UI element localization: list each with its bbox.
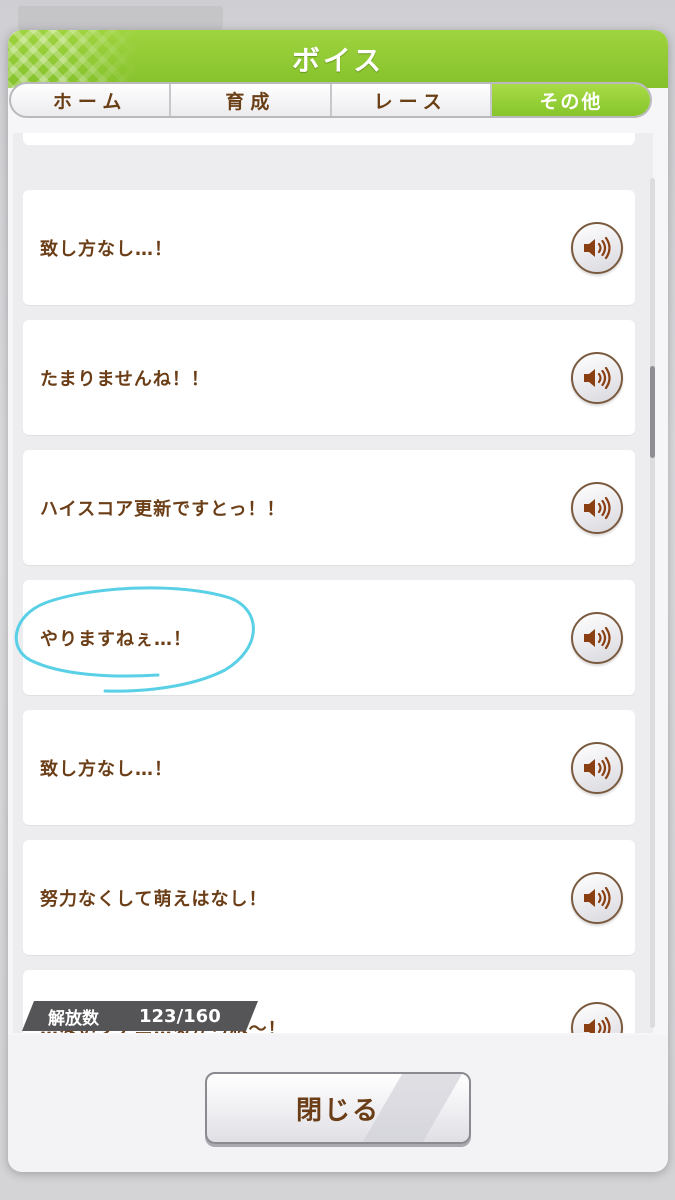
background-element (18, 6, 223, 30)
voice-item[interactable]: やりますねぇ…！ (23, 580, 635, 695)
play-voice-button[interactable] (571, 611, 623, 664)
play-voice-button[interactable] (571, 481, 623, 534)
dialog-title: ボイス (291, 44, 385, 77)
voice-line-text: 致し方なし…！ (40, 758, 173, 780)
voice-line-text: やりますねぇ…！ (40, 628, 192, 650)
play-voice-button[interactable] (571, 221, 623, 274)
dialog-header: ボイス (8, 30, 668, 88)
play-voice-button[interactable] (571, 871, 623, 924)
voice-line-text: ハイスコア更新ですとっ！！ (40, 498, 286, 520)
scrollbar-thumb[interactable] (650, 366, 655, 458)
close-button-label: 閉じる (295, 1095, 380, 1126)
voice-item[interactable]: 致し方なし…！ (23, 190, 635, 305)
voice-line-text: たまりませんね！！ (40, 368, 210, 390)
dialog-footer: 閉じる (8, 1035, 668, 1172)
speaker-icon (584, 626, 611, 649)
speaker-icon (584, 236, 611, 259)
tab-home[interactable]: ホーム (11, 84, 172, 116)
tab-race[interactable]: レース (332, 84, 492, 116)
play-voice-button[interactable] (571, 1001, 623, 1033)
play-voice-button[interactable] (571, 351, 623, 404)
voice-line-text: 努力なくして萌えはなし！ (40, 888, 268, 910)
speaker-icon (584, 756, 611, 779)
tab-other[interactable]: その他 (491, 84, 650, 116)
speaker-icon (584, 366, 611, 389)
voice-item[interactable]: たまりませんね！！ (23, 320, 635, 435)
voice-item[interactable]: 致し方なし…！ (23, 710, 635, 825)
header-pattern (8, 30, 138, 88)
voice-item[interactable]: ハイスコア更新ですとっ！！ (23, 450, 635, 565)
close-button[interactable]: 閉じる (205, 1072, 471, 1144)
unlock-label: 解放数 (48, 1008, 99, 1029)
scrollbar-track[interactable] (650, 178, 655, 1028)
unlock-count-badge: 解放数 123/160 (22, 1001, 258, 1031)
speaker-icon (584, 1016, 611, 1033)
speaker-icon (584, 496, 611, 519)
voice-line-text: 致し方なし…！ (40, 238, 173, 260)
category-tabs: ホーム 育成 レース その他 (9, 82, 652, 118)
list-item-partial (23, 133, 635, 145)
play-voice-button[interactable] (571, 741, 623, 794)
voice-list[interactable]: 致し方なし…！ たまりませんね！！ ハイスコア更新ですとっ！！ やりますねぇ…！… (13, 133, 653, 1033)
speaker-icon (584, 886, 611, 909)
unlock-count: 123/160 (139, 1005, 221, 1027)
voice-item[interactable]: 努力なくして萌えはなし！ (23, 840, 635, 955)
tab-training[interactable]: 育成 (171, 84, 332, 116)
